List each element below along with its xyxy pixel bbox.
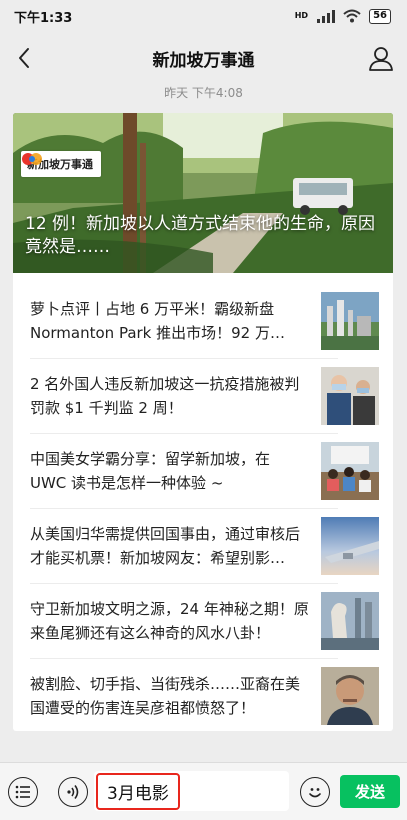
nav-bar: 新加坡万事通 bbox=[0, 32, 407, 84]
cover-article[interactable]: 新加坡万事通 12 例！新加坡以人道方式结束他的生命，原因竟然是…… bbox=[13, 113, 393, 273]
message-timestamp: 昨天 下午4:08 bbox=[164, 86, 243, 100]
smiley-icon bbox=[309, 788, 321, 798]
list-menu-icon bbox=[15, 785, 30, 799]
airplane-wing-thumbnail bbox=[321, 516, 379, 575]
network-type-label: HD bbox=[294, 11, 309, 20]
back-button[interactable] bbox=[10, 44, 38, 72]
status-time: 下午1:33 bbox=[14, 10, 73, 26]
wifi-icon bbox=[343, 9, 361, 23]
message-input-value: 3月电影 bbox=[96, 773, 180, 810]
man-portrait-thumbnail bbox=[321, 666, 379, 725]
article-title: 2 名外国人违反新加坡这一抗疫措施被判罚款 $1 千判监 2 周！ bbox=[30, 374, 300, 417]
article-item[interactable]: 2 名外国人违反新加坡这一抗疫措施被判罚款 $1 千判监 2 周！ bbox=[13, 358, 393, 433]
person-icon bbox=[369, 47, 393, 71]
article-title: 从美国归华需提供回国事由，通过审核后才能买机票！新加坡网友：希望别影… bbox=[30, 524, 301, 567]
article-title: 守卫新加坡文明之源，24 年神秘之期！原来鱼尾狮还有这么神奇的风水八卦！ bbox=[30, 599, 309, 642]
article-item[interactable]: 从美国归华需提供回国事由，通过审核后才能买机票！新加坡网友：希望别影… bbox=[13, 508, 393, 583]
article-title: 萝卜点评丨占地 6 万平米！霸级新盘 Normanton Park 推出市场！9… bbox=[30, 299, 285, 342]
article-item[interactable]: 守卫新加坡文明之源，24 年神秘之期！原来鱼尾狮还有这么神奇的风水八卦！ bbox=[13, 583, 393, 658]
article-item[interactable]: 萝卜点评丨占地 6 万平米！霸级新盘 Normanton Park 推出市场！9… bbox=[13, 283, 393, 358]
article-item[interactable]: 被割脸、切手指、当街残杀……亚裔在美国遭受的伤害连吴彦祖都愤怒了！ bbox=[13, 658, 393, 731]
account-logo-icon bbox=[22, 153, 42, 165]
aerial-city-thumbnail bbox=[321, 291, 379, 350]
article-title: 中国美女学霸分享：留学新加坡，在 UWC 读书是怎样一种体验 ~ bbox=[30, 449, 271, 492]
status-icons: HD 56 bbox=[294, 8, 391, 24]
merlion-thumbnail bbox=[321, 591, 379, 650]
send-button[interactable]: 发送 bbox=[340, 775, 400, 808]
cover-article-title: 12 例！新加坡以人道方式结束他的生命，原因竟然是…… bbox=[25, 214, 376, 257]
chat-input-bar: 3月电影 发送 bbox=[0, 762, 407, 820]
emoji-button[interactable] bbox=[300, 777, 330, 807]
voice-input-button[interactable] bbox=[58, 777, 88, 807]
message-input[interactable]: 3月电影 bbox=[94, 771, 289, 811]
article-title: 被割脸、切手指、当街残杀……亚裔在美国遭受的伤害连吴彦祖都愤怒了！ bbox=[30, 674, 301, 717]
account-badge: 新加坡万事通 bbox=[21, 151, 101, 177]
article-item[interactable]: 中国美女学霸分享：留学新加坡，在 UWC 读书是怎样一种体验 ~ bbox=[13, 433, 393, 508]
page-title: 新加坡万事通 bbox=[152, 50, 255, 71]
signal-icon bbox=[317, 9, 336, 23]
article-card: 新加坡万事通 12 例！新加坡以人道方式结束他的生命，原因竟然是…… 萝卜点评丨… bbox=[13, 113, 393, 731]
people-with-masks-thumbnail bbox=[321, 366, 379, 425]
account-profile-button[interactable] bbox=[367, 44, 395, 72]
classroom-thumbnail bbox=[321, 441, 379, 500]
voice-wave-icon bbox=[67, 785, 79, 799]
battery-indicator: 56 bbox=[369, 8, 391, 24]
menu-toggle-button[interactable] bbox=[8, 777, 38, 807]
article-list: 萝卜点评丨占地 6 万平米！霸级新盘 Normanton Park 推出市场！9… bbox=[13, 283, 393, 731]
chevron-left-icon bbox=[19, 48, 29, 68]
status-bar: 下午1:33 HD 56 bbox=[0, 0, 407, 32]
